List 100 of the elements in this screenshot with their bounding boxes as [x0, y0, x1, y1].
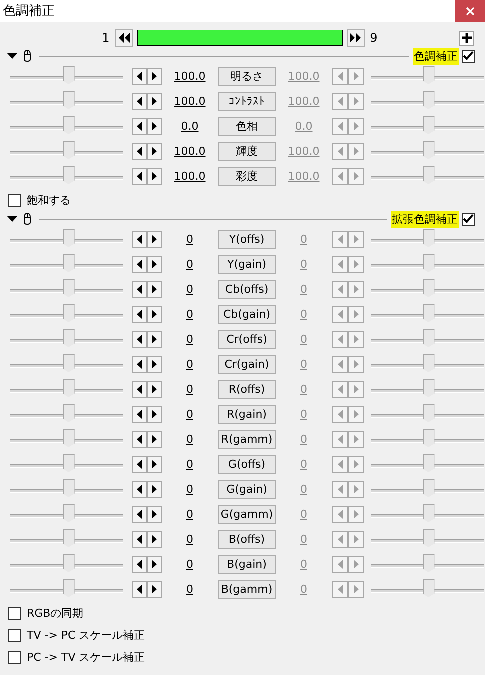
increment-button[interactable] — [147, 281, 162, 298]
start-value[interactable]: 0.0 — [169, 120, 211, 133]
decrement-button[interactable] — [132, 93, 147, 110]
previous-keyframe-button[interactable] — [115, 29, 133, 47]
increment-button[interactable] — [147, 381, 162, 398]
parameter-button[interactable]: R(gamm) — [218, 430, 276, 449]
decrement-button[interactable] — [132, 581, 147, 598]
decrement-button[interactable] — [132, 506, 147, 523]
start-value[interactable]: 0 — [169, 333, 211, 346]
slider-thumb[interactable] — [62, 478, 75, 498]
increment-button[interactable] — [147, 581, 162, 598]
slider-thumb[interactable] — [422, 404, 435, 422]
start-value[interactable]: 0 — [169, 383, 211, 396]
start-value[interactable]: 0 — [169, 533, 211, 546]
slider-thumb[interactable] — [422, 116, 435, 134]
start-value[interactable]: 0 — [169, 458, 211, 471]
slider-thumb[interactable] — [62, 166, 75, 184]
decrement-button[interactable] — [132, 231, 147, 248]
slider-thumb[interactable] — [422, 140, 435, 160]
start-value[interactable]: 0 — [169, 583, 211, 596]
checkbox[interactable] — [8, 628, 21, 642]
decrement-button[interactable] — [132, 431, 147, 448]
start-value[interactable]: 0 — [169, 433, 211, 446]
increment-button[interactable] — [147, 306, 162, 323]
increment-button[interactable] — [147, 406, 162, 423]
decrement-button[interactable] — [132, 456, 147, 473]
decrement-button[interactable] — [132, 118, 147, 135]
increment-button[interactable] — [147, 356, 162, 373]
slider-thumb[interactable] — [422, 478, 435, 498]
slider-thumb[interactable] — [62, 554, 75, 572]
parameter-button[interactable]: Cr(offs) — [218, 330, 276, 349]
decrement-button[interactable] — [132, 168, 147, 185]
parameter-button[interactable]: 彩度 — [218, 167, 276, 186]
parameter-button[interactable]: ｺﾝﾄﾗｽﾄ — [218, 92, 276, 111]
slider-thumb[interactable] — [62, 328, 75, 348]
decrement-button[interactable] — [132, 143, 147, 160]
increment-button[interactable] — [147, 93, 162, 110]
slider-thumb[interactable] — [422, 354, 435, 372]
slider-thumb[interactable] — [422, 578, 435, 598]
increment-button[interactable] — [147, 456, 162, 473]
increment-button[interactable] — [147, 68, 162, 85]
decrement-button[interactable] — [132, 306, 147, 323]
slider-thumb[interactable] — [62, 140, 75, 160]
parameter-button[interactable]: B(offs) — [218, 530, 276, 549]
parameter-button[interactable]: B(gain) — [218, 555, 276, 574]
parameter-button[interactable]: 輝度 — [218, 142, 276, 161]
slider-thumb[interactable] — [422, 66, 435, 84]
parameter-button[interactable]: R(gain) — [218, 405, 276, 424]
checkbox[interactable] — [8, 194, 21, 206]
parameter-button[interactable]: G(offs) — [218, 455, 276, 474]
slider-thumb[interactable] — [62, 304, 75, 322]
checkbox[interactable] — [8, 606, 21, 620]
slider-thumb[interactable] — [62, 228, 75, 248]
start-value[interactable]: 0 — [169, 558, 211, 571]
decrement-button[interactable] — [132, 68, 147, 85]
slider-thumb[interactable] — [62, 528, 75, 548]
start-value[interactable]: 100.0 — [169, 170, 211, 183]
start-value[interactable]: 100.0 — [169, 145, 211, 158]
parameter-button[interactable]: Y(gain) — [218, 255, 276, 274]
increment-button[interactable] — [147, 506, 162, 523]
increment-button[interactable] — [147, 556, 162, 573]
slider-thumb[interactable] — [62, 278, 75, 298]
slider-thumb[interactable] — [62, 578, 75, 598]
increment-button[interactable] — [147, 168, 162, 185]
parameter-button[interactable]: B(gamm) — [218, 580, 276, 599]
slider-thumb[interactable] — [62, 454, 75, 472]
collapse-triangle-icon[interactable] — [7, 215, 18, 223]
slider-thumb[interactable] — [62, 116, 75, 134]
close-button[interactable] — [455, 0, 485, 22]
start-value[interactable]: 100.0 — [169, 95, 211, 108]
parameter-button[interactable]: Cb(gain) — [218, 305, 276, 324]
decrement-button[interactable] — [132, 481, 147, 498]
start-value[interactable]: 0 — [169, 258, 211, 271]
slider-thumb[interactable] — [62, 404, 75, 422]
decrement-button[interactable] — [132, 556, 147, 573]
decrement-button[interactable] — [132, 331, 147, 348]
decrement-button[interactable] — [132, 356, 147, 373]
parameter-button[interactable]: G(gain) — [218, 480, 276, 499]
collapse-triangle-icon[interactable] — [7, 52, 18, 60]
increment-button[interactable] — [147, 531, 162, 548]
parameter-button[interactable]: 明るさ — [218, 67, 276, 86]
start-value[interactable]: 0 — [169, 483, 211, 496]
start-value[interactable]: 0 — [169, 308, 211, 321]
slider-thumb[interactable] — [422, 554, 435, 572]
parameter-button[interactable]: Cb(offs) — [218, 280, 276, 299]
decrement-button[interactable] — [132, 381, 147, 398]
increment-button[interactable] — [147, 118, 162, 135]
slider-thumb[interactable] — [422, 278, 435, 298]
checkbox[interactable] — [462, 50, 475, 62]
slider-thumb[interactable] — [422, 454, 435, 472]
slider-thumb[interactable] — [62, 90, 75, 110]
slider-thumb[interactable] — [62, 254, 75, 272]
slider-thumb[interactable] — [62, 428, 75, 448]
decrement-button[interactable] — [132, 406, 147, 423]
slider-thumb[interactable] — [422, 228, 435, 248]
slider-thumb[interactable] — [422, 166, 435, 184]
slider-thumb[interactable] — [422, 328, 435, 348]
parameter-button[interactable]: Cr(gain) — [218, 355, 276, 374]
parameter-button[interactable]: 色相 — [218, 117, 276, 136]
slider-thumb[interactable] — [62, 378, 75, 398]
